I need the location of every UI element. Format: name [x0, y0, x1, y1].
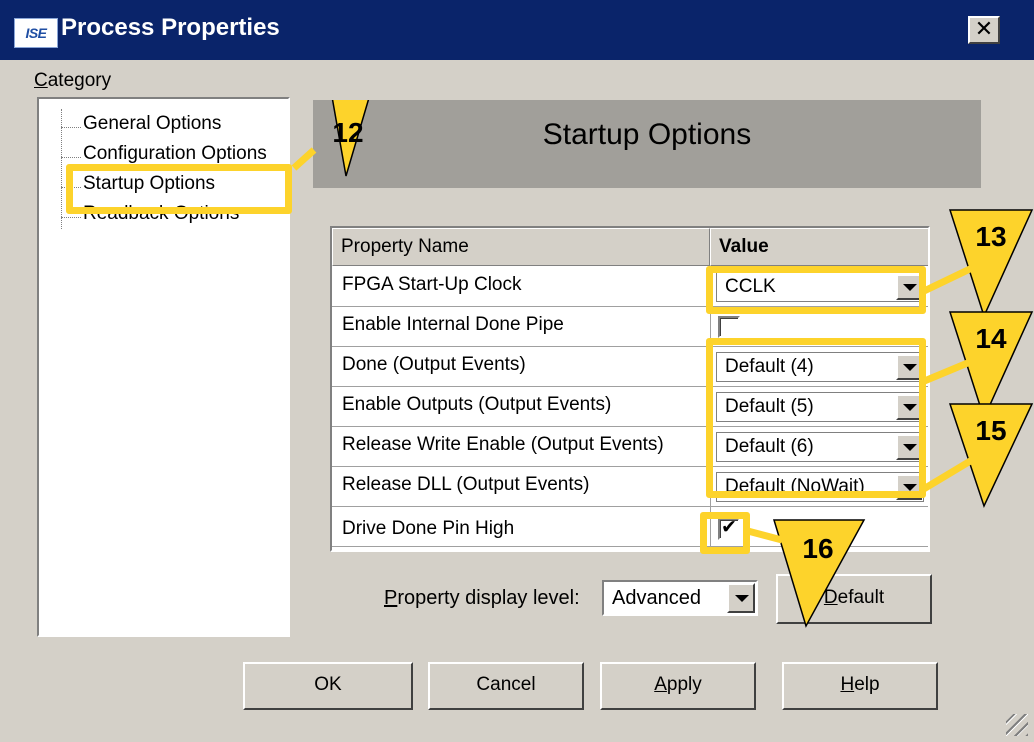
- property-name-fpga-startup-clock: FPGA Start-Up Clock: [342, 274, 522, 295]
- row-divider: [332, 506, 928, 507]
- close-icon: ✕: [974, 17, 994, 42]
- callout-number: 12: [332, 117, 363, 148]
- panel-title: Startup Options: [542, 118, 752, 151]
- property-display-level-label: Property display level:: [384, 587, 580, 609]
- property-name-enable-outputs: Enable Outputs (Output Events): [342, 394, 612, 415]
- ise-logo-icon: ISE: [14, 18, 58, 48]
- tree-connector: [61, 217, 81, 218]
- process-properties-dialog: ISE Process Properties ✕ Category Genera…: [0, 0, 1034, 742]
- tree-item-general-options[interactable]: General Options: [83, 113, 221, 135]
- property-name-drive-done-pin-high: Drive Done Pin High: [342, 518, 515, 539]
- tree-connector: [61, 157, 81, 158]
- tree-connector: [61, 127, 81, 128]
- select-value: Advanced: [612, 587, 701, 609]
- panel-header: Startup Options: [313, 100, 981, 188]
- property-display-level-select[interactable]: Advanced: [602, 580, 758, 616]
- category-label: Category: [34, 70, 112, 91]
- highlight-startup-options: [66, 164, 292, 214]
- callout-16: 16: [743, 519, 866, 628]
- title-bar[interactable]: ISE Process Properties ✕: [0, 0, 1034, 60]
- close-button[interactable]: ✕: [968, 16, 1000, 44]
- cancel-button[interactable]: Cancel: [428, 662, 584, 710]
- callout-leader: [291, 147, 317, 171]
- callout-leader: [920, 264, 974, 296]
- column-header-value[interactable]: Value: [710, 228, 928, 266]
- callout-number: 13: [975, 221, 1006, 252]
- callout-number: 15: [975, 415, 1006, 446]
- callout-13: 13: [920, 209, 1034, 319]
- callout-number: 14: [975, 323, 1007, 354]
- apply-button[interactable]: Apply: [600, 662, 756, 710]
- property-name-release-dll: Release DLL (Output Events): [342, 474, 590, 495]
- column-header-property-name[interactable]: Property Name: [332, 228, 710, 266]
- enable-internal-done-pipe-checkbox[interactable]: [718, 316, 740, 338]
- callout-12: 12: [291, 100, 370, 177]
- property-name-done: Done (Output Events): [342, 354, 526, 375]
- highlight-startup-clock: [706, 266, 926, 314]
- resize-grip-icon[interactable]: [1006, 714, 1028, 736]
- help-button[interactable]: Help: [782, 662, 938, 710]
- window-title: Process Properties: [61, 14, 280, 41]
- callout-leader: [743, 526, 783, 544]
- highlight-output-events: [706, 338, 926, 498]
- callout-leader: [920, 358, 972, 386]
- callout-15: 15: [920, 403, 1034, 509]
- property-name-release-write-enable: Release Write Enable (Output Events): [342, 434, 664, 455]
- ok-button[interactable]: OK: [243, 662, 413, 710]
- tree-item-configuration-options[interactable]: Configuration Options: [83, 143, 267, 165]
- property-name-enable-internal-done-pipe: Enable Internal Done Pipe: [342, 314, 564, 335]
- callout-number: 16: [802, 533, 833, 564]
- callout-leader: [920, 456, 974, 494]
